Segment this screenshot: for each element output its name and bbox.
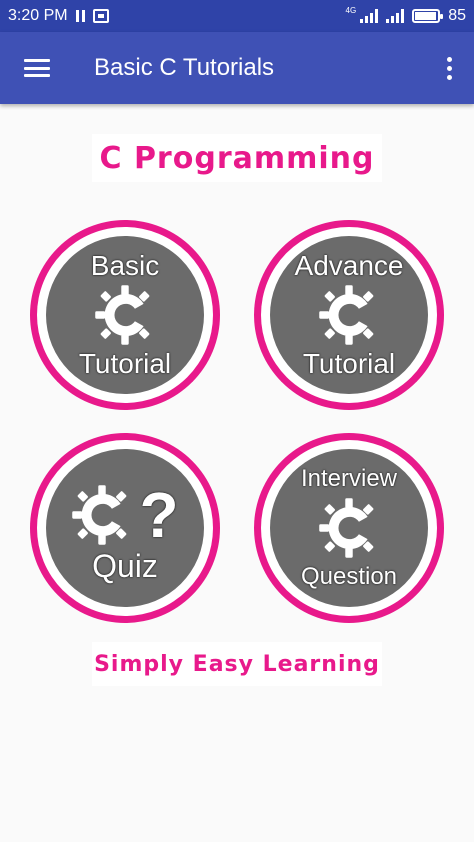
status-right: 4G 85 (345, 5, 466, 25)
tile-ring: Basic Tutorial (37, 227, 213, 403)
image-notification-icon (92, 9, 109, 23)
c-programming-banner: C Programming (92, 134, 382, 182)
tile-core: Basic Tutorial (46, 236, 204, 394)
tile-label-bottom: Tutorial (78, 348, 172, 379)
more-options-icon[interactable] (447, 56, 452, 80)
quiz-symbol-row: ? (71, 479, 179, 551)
tile-ring: Interview Question (261, 440, 437, 616)
tile-core: Advance Tutorial (270, 236, 428, 394)
app-title: Basic C Tutorials (94, 54, 275, 81)
battery-icon (412, 9, 444, 23)
status-bar: 3:20 PM 4G 85 (0, 0, 474, 32)
advance-tutorial-button[interactable]: Advance Tutorial (254, 220, 444, 410)
network-type-label: 4G (345, 5, 357, 15)
status-time: 3:20 PM (8, 7, 68, 24)
basic-tutorial-button[interactable]: Basic Tutorial (30, 220, 220, 410)
battery-level: 85 (448, 7, 466, 24)
tile-core: Interview Question (270, 449, 428, 607)
tile-label-bottom: Tutorial (302, 348, 396, 379)
interview-question-button[interactable]: Interview Question (254, 433, 444, 623)
tile-ring: ? Quiz (37, 440, 213, 616)
gear-c-icon (71, 484, 133, 546)
app-bar: Basic C Tutorials (0, 32, 474, 104)
status-left: 3:20 PM (8, 7, 109, 25)
gear-c-icon (318, 284, 380, 346)
signal-strength-icon (360, 9, 379, 23)
tile-ring: Advance Tutorial (261, 227, 437, 403)
gear-c-icon (318, 497, 380, 559)
gear-c-icon (94, 284, 156, 346)
c-quiz-button[interactable]: ? Quiz (30, 433, 220, 623)
tile-label-bottom: Quiz (92, 548, 158, 584)
tile-label-top: Advance (294, 250, 404, 281)
pause-icon (75, 10, 85, 22)
tile-label-top: Basic (90, 250, 160, 281)
tile-label-bottom: Question (300, 563, 398, 590)
hamburger-menu-icon[interactable] (24, 59, 50, 77)
simply-easy-learning-banner: Simply Easy Learning (92, 642, 382, 686)
question-mark-icon: ? (139, 479, 179, 551)
tile-label-top: Interview (300, 465, 398, 492)
tile-core: ? Quiz (46, 449, 204, 607)
signal-strength-secondary-icon (386, 9, 405, 23)
